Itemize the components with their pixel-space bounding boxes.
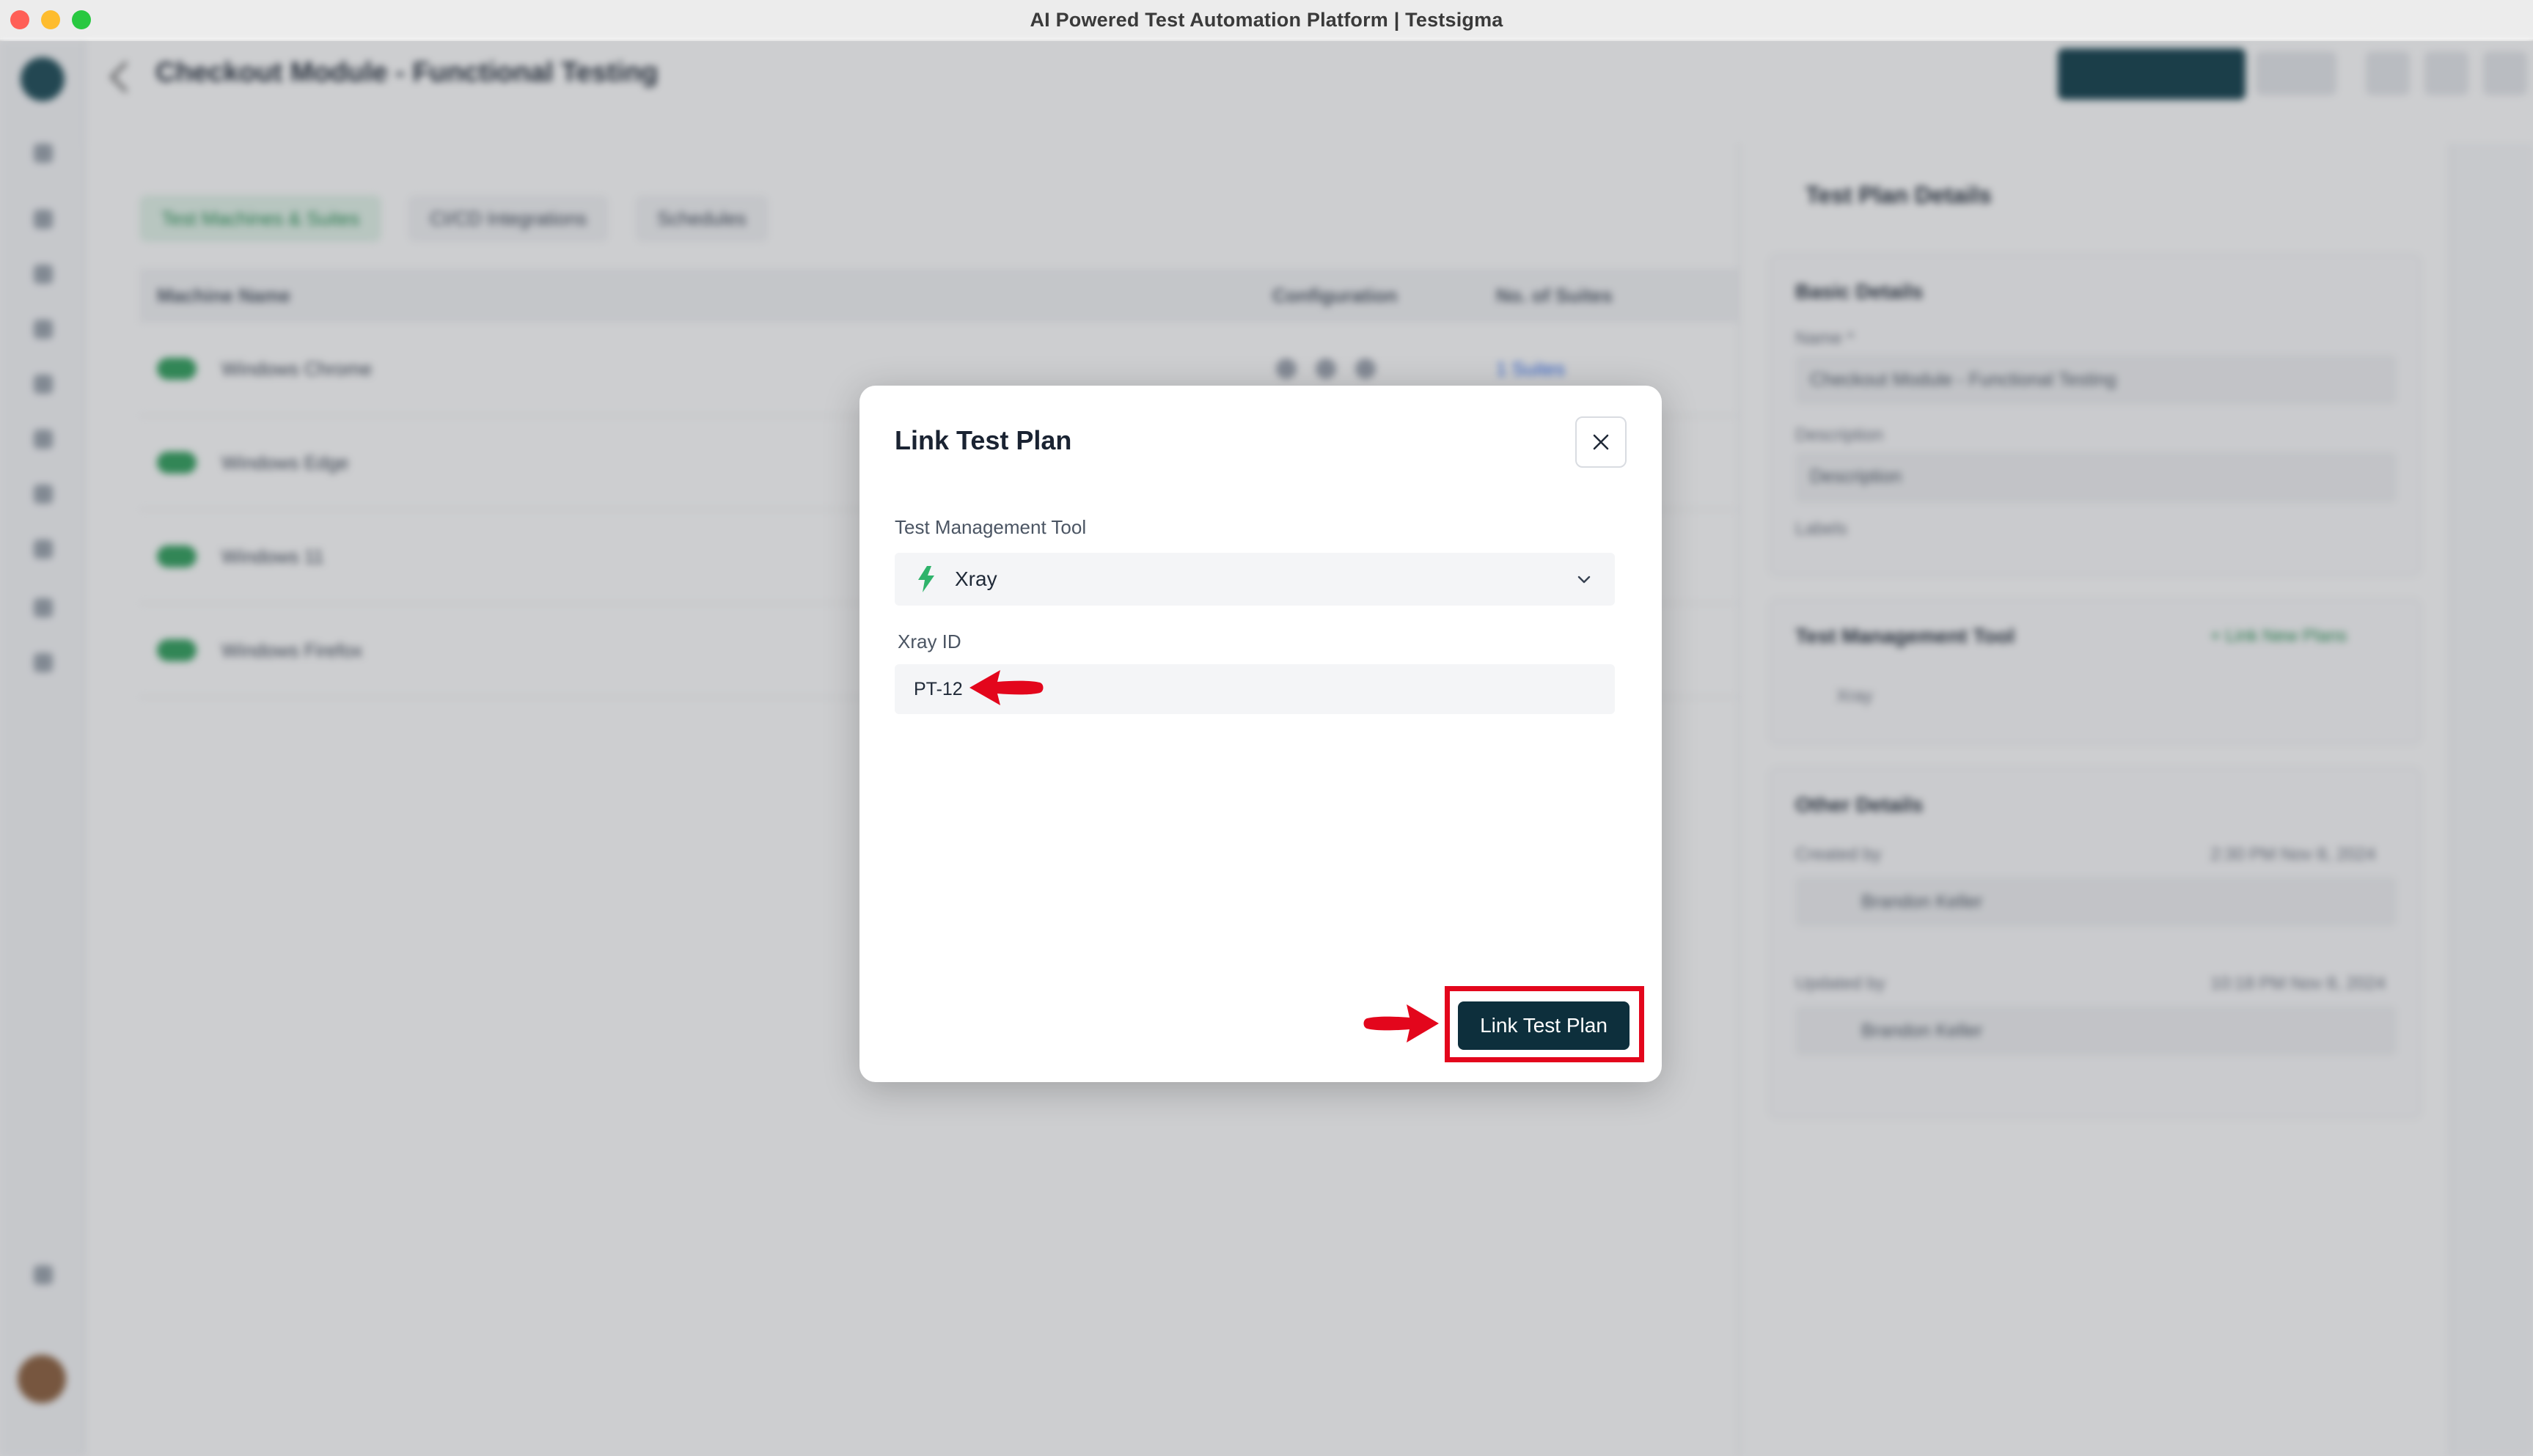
chevron-down-icon — [1577, 576, 1591, 584]
close-dialog-button[interactable] — [1575, 416, 1627, 468]
window-titlebar: AI Powered Test Automation Platform | Te… — [0, 0, 2533, 41]
annotation-arrow-left-icon — [969, 670, 1044, 705]
xray-logo-icon — [918, 566, 934, 592]
minimize-window-button[interactable] — [41, 10, 60, 29]
tm-tool-selected-value: Xray — [955, 567, 997, 590]
dialog-title: Link Test Plan — [895, 425, 1072, 455]
xray-id-label: Xray ID — [898, 630, 961, 652]
window-controls — [10, 10, 91, 29]
close-icon — [1593, 434, 1609, 450]
link-test-plan-dialog: Link Test Plan Test Management Tool Xray… — [859, 386, 1662, 1082]
maximize-window-button[interactable] — [72, 10, 91, 29]
annotation-arrow-right-icon — [1363, 1004, 1439, 1043]
window-title: AI Powered Test Automation Platform | Te… — [1030, 8, 1503, 31]
tm-tool-label: Test Management Tool — [895, 516, 1087, 538]
annotation-highlight-box — [1445, 986, 1644, 1062]
tm-tool-select[interactable]: Xray — [895, 553, 1615, 606]
close-window-button[interactable] — [10, 10, 29, 29]
